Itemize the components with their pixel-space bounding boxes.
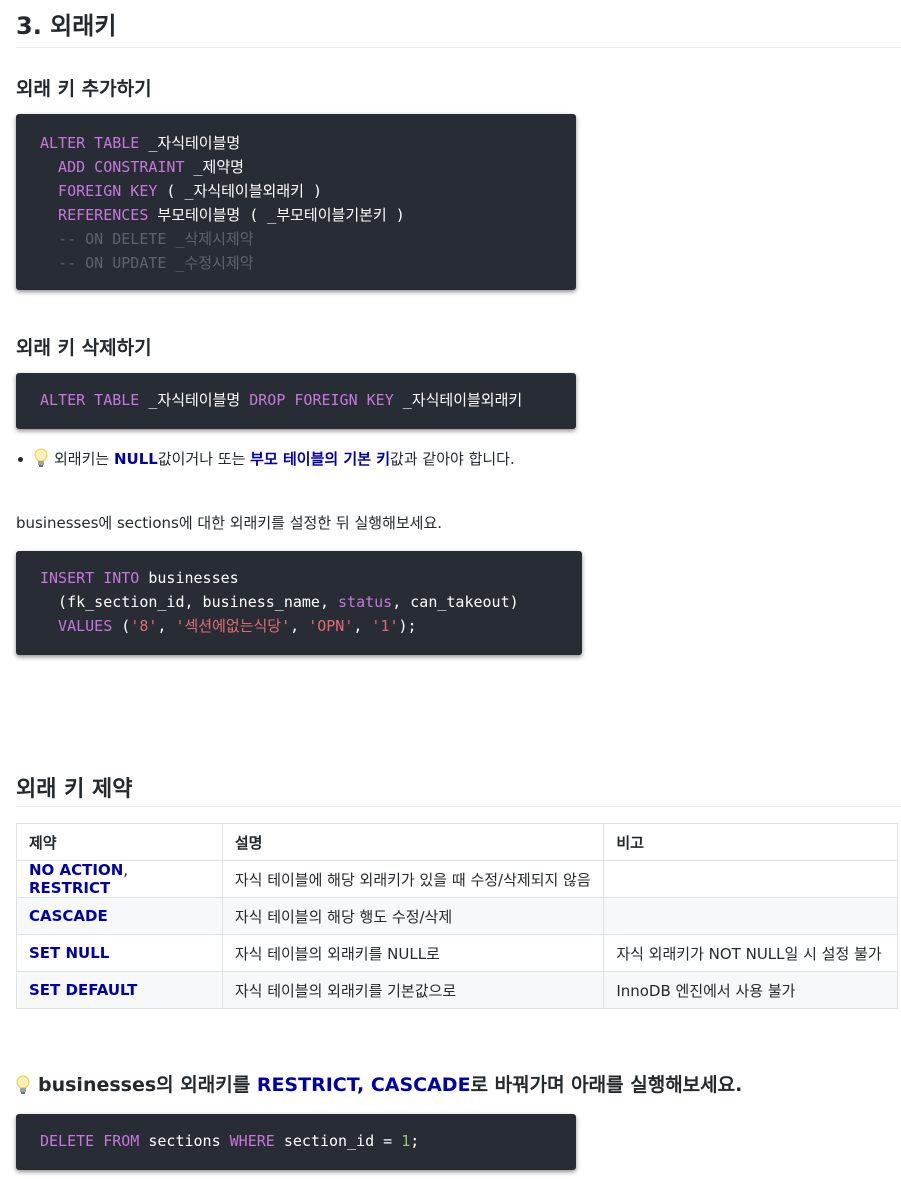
table-header-row: 제약 설명 비고 <box>16 823 898 861</box>
code-text: ( <box>112 617 131 635</box>
constraint-table: 제약 설명 비고 NO ACTION, RESTRICT 자식 테이블에 해당 … <box>16 823 898 1009</box>
code-text: (fk_section_id, business_name, <box>40 593 339 611</box>
constraint-name-cell: SET DEFAULT <box>16 971 223 1009</box>
code-text: ; <box>410 1132 420 1150</box>
code-keyword: ALTER TABLE <box>40 134 140 152</box>
code-text: , <box>290 617 309 635</box>
code-line: VALUES ('8', '섹션에없는식당', 'OPN', '1'); <box>40 614 417 638</box>
code-keyword: REFERENCES <box>40 206 149 224</box>
page-heading: 3. 외래키 <box>16 12 117 40</box>
description-cell: 자식 테이블의 해당 행도 수정/삭제 <box>221 897 605 935</box>
code-line: ALTER TABLE _자식테이블명 <box>40 131 240 155</box>
code-line: DELETE FROM sections WHERE section_id = … <box>40 1129 419 1153</box>
description-cell: 자식 테이블에 해당 외래키가 있을 때 수정/삭제되지 않음 <box>221 860 605 898</box>
code-keyword: VALUES <box>40 617 113 635</box>
code-text: _자식테이블명 <box>139 391 250 409</box>
code-text: , can_takeout) <box>392 593 519 611</box>
code-text: , <box>353 617 372 635</box>
description-cell: 자식 테이블의 외래키를 NULL로 <box>221 934 605 972</box>
code-text: businesses <box>139 569 239 587</box>
note-highlight-restrict: RESTRICT <box>256 1074 357 1096</box>
code-text: _자식테이블외래키 <box>393 391 523 409</box>
code-keyword: FOREIGN KEY <box>40 182 158 200</box>
code-keyword: status <box>338 593 393 611</box>
code-string: '1' <box>371 617 399 635</box>
constraint-name-cell: NO ACTION, RESTRICT <box>16 860 223 898</box>
code-keyword: WHERE <box>229 1132 275 1150</box>
code-number: 1 <box>401 1132 411 1150</box>
code-string: '섹션에없는식당' <box>175 617 291 635</box>
instruction-text: businesses에 sections에 대한 외래키를 설정한 뒤 실행해보… <box>16 514 443 532</box>
code-text: section_id = <box>274 1132 402 1150</box>
note-cell <box>603 897 898 935</box>
note-cell: 자식 외래키가 NOT NULL일 시 설정 불가 <box>603 934 898 972</box>
code-text: sections <box>139 1132 230 1150</box>
code-string: 'OPN' <box>308 617 354 635</box>
code-keyword: INSERT INTO <box>40 569 140 587</box>
constraint-name: NO ACTION <box>29 861 124 879</box>
code-line: -- ON UPDATE _수정시제약 <box>40 251 254 275</box>
code-line: ALTER TABLE _자식테이블명 DROP FOREIGN KEY _자식… <box>40 388 522 412</box>
note-text: 로 바꿔가며 아래를 실행해보세요. <box>470 1074 743 1096</box>
code-keyword: DROP FOREIGN KEY <box>249 391 394 409</box>
constraint-name: CASCADE <box>29 907 108 925</box>
tip-item: 외래키는 NULL값이거나 또는 부모 테이블의 기본 키값과 같아야 합니다. <box>34 446 515 472</box>
section-title-add-fk: 외래 키 추가하기 <box>16 78 152 100</box>
tip-list: 외래키는 NULL값이거나 또는 부모 테이블의 기본 키값과 같아야 합니다. <box>16 446 515 472</box>
final-note: businesses의 외래키를 RESTRICT, CASCADE로 바꿔가며… <box>16 1070 742 1097</box>
code-line: FOREIGN KEY ( _자식테이블외래키 ) <box>40 179 322 203</box>
separator: , <box>123 861 129 879</box>
note-highlight-cascade: CASCADE <box>370 1074 471 1096</box>
code-text: , <box>157 617 176 635</box>
constraint-divider <box>16 806 901 807</box>
lightbulb-icon <box>34 448 48 467</box>
code-line: REFERENCES 부모테이블명 ( _부모테이블기본키 ) <box>40 203 405 227</box>
code-line: -- ON DELETE _삭제시제약 <box>40 227 254 251</box>
column-header: 비고 <box>603 823 898 861</box>
table-row: NO ACTION, RESTRICT 자식 테이블에 해당 외래키가 있을 때… <box>16 860 898 898</box>
table-row: SET NULL 자식 테이블의 외래키를 NULL로 자식 외래키가 NOT … <box>16 934 898 972</box>
tip-text: 값과 같아야 합니다. <box>390 450 515 468</box>
code-block-insert[interactable]: INSERT INTO businesses (fk_section_id, b… <box>16 551 582 655</box>
code-line: ADD CONSTRAINT _제약명 <box>40 155 244 179</box>
code-text: _제약명 <box>184 158 244 176</box>
code-text: _자식테이블명 <box>139 134 241 152</box>
constraint-name: SET NULL <box>29 944 110 962</box>
constraint-name-cell: SET NULL <box>16 934 223 972</box>
code-line: (fk_section_id, business_name, status, c… <box>40 590 519 614</box>
code-block-add-fk[interactable]: ALTER TABLE _자식테이블명 ADD CONSTRAINT _제약명 … <box>16 114 576 290</box>
code-string: '8' <box>130 617 158 635</box>
code-comment: -- ON DELETE _삭제시제약 <box>40 230 254 248</box>
table-row: CASCADE 자식 테이블의 해당 행도 수정/삭제 <box>16 897 898 935</box>
constraint-name: SET DEFAULT <box>29 981 138 999</box>
code-keyword: ALTER TABLE <box>40 391 140 409</box>
note-cell <box>603 860 898 898</box>
code-block-delete-fk[interactable]: ALTER TABLE _자식테이블명 DROP FOREIGN KEY _자식… <box>16 373 576 429</box>
table-row: SET DEFAULT 자식 테이블의 외래키를 기본값으로 InnoDB 엔진… <box>16 971 898 1009</box>
column-header: 제약 <box>16 823 223 861</box>
code-comment: -- ON UPDATE _수정시제약 <box>40 254 254 272</box>
constraint-name: RESTRICT <box>29 879 111 897</box>
section-title-fk-constraint: 외래 키 제약 <box>16 777 133 802</box>
code-line: INSERT INTO businesses <box>40 566 239 590</box>
tip-text: 값이거나 또는 <box>157 450 251 468</box>
tip-highlight-parent-pk: 부모 테이블의 기본 키 <box>250 450 391 468</box>
note-text: businesses의 외래키를 <box>38 1074 257 1096</box>
constraint-name-cell: CASCADE <box>16 897 223 935</box>
column-header: 설명 <box>221 823 605 861</box>
code-text: ); <box>398 617 417 635</box>
code-text: ( _자식테이블외래키 ) <box>157 182 322 200</box>
code-text: 부모테이블명 ( _부모테이블기본키 ) <box>148 206 405 224</box>
tip-highlight-null: NULL <box>113 450 158 468</box>
heading-divider <box>16 47 901 48</box>
code-block-delete[interactable]: DELETE FROM sections WHERE section_id = … <box>16 1114 576 1170</box>
note-cell: InnoDB 엔진에서 사용 불가 <box>603 971 898 1009</box>
separator: , <box>356 1074 371 1096</box>
code-keyword: ADD CONSTRAINT <box>40 158 185 176</box>
description-cell: 자식 테이블의 외래키를 기본값으로 <box>221 971 605 1009</box>
code-keyword: DELETE FROM <box>40 1132 140 1150</box>
tip-text: 외래키는 <box>54 450 114 468</box>
section-title-delete-fk: 외래 키 삭제하기 <box>16 337 152 359</box>
lightbulb-icon <box>16 1075 30 1094</box>
